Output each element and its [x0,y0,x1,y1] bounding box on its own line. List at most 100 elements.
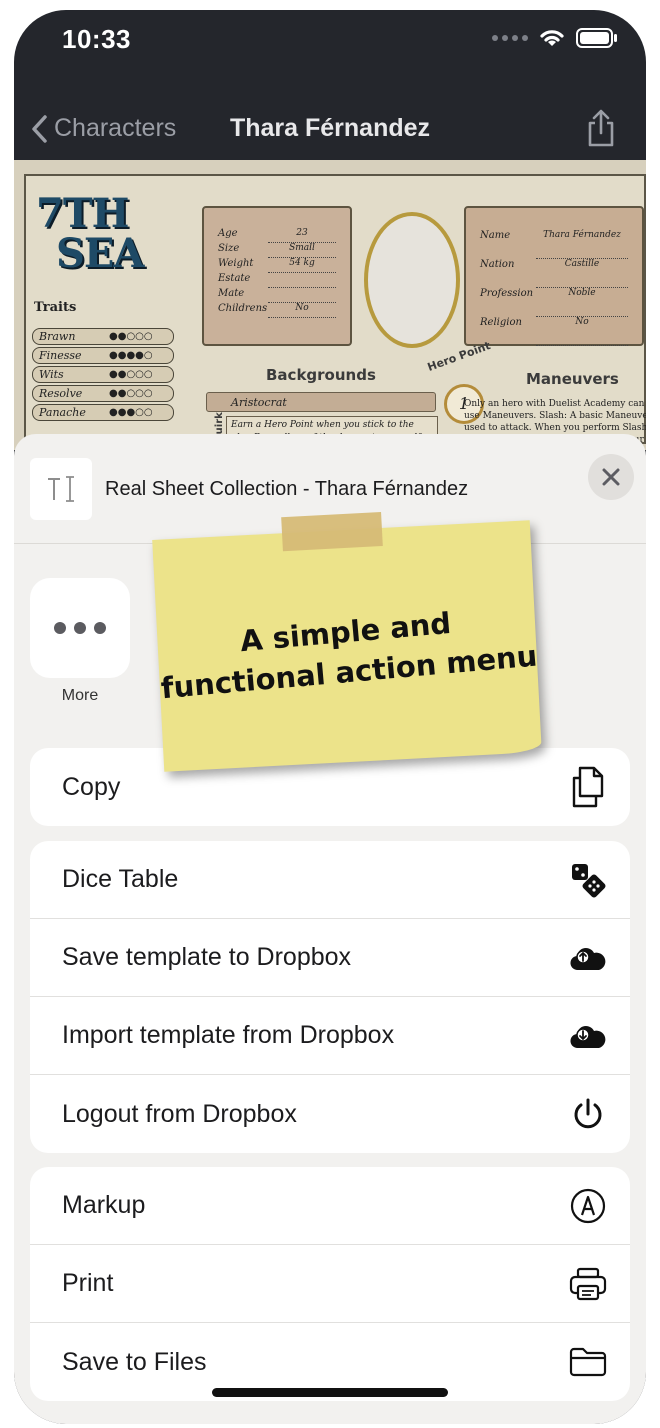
info-value: No [268,303,336,318]
info-label: Size [218,243,240,254]
action-group-custom: Dice Table Save template to Dropbox Impo… [30,841,630,1153]
status-time: 10:33 [62,24,131,54]
folder-icon [568,1342,608,1382]
close-button[interactable] [588,454,634,500]
trait-dots: ●●○○○ [109,331,153,342]
character-sheet: 7TH SEA Traits Brawn ●●○○○ Finesse ●●●●○ W… [14,160,646,450]
info-value: Castille [536,259,628,288]
document-thumbnail [30,458,92,520]
action-markup[interactable]: Markup [30,1167,630,1245]
trait-dots: ●●●●○ [109,350,153,361]
trait-name: Finesse [39,349,82,362]
info-label: Age [218,228,238,239]
info-label: Estate [218,273,251,284]
copy-icon [568,766,608,808]
share-icon [588,109,614,147]
maneuvers-heading: Maneuvers [526,370,619,388]
game-logo: 7TH SEA [36,194,166,290]
info-value: No [536,317,628,346]
trait-name: Wits [39,368,64,381]
action-label: Copy [62,772,121,801]
info-row: Estate [204,273,350,288]
trait-row: Finesse ●●●●○ [32,347,174,364]
info-label: Name [480,230,511,241]
info-row: Profession Noble [466,288,642,317]
backgrounds-heading: Backgrounds [266,366,376,384]
trait-name: Resolve [39,387,83,400]
share-button[interactable] [586,108,616,153]
trait-row: Panache ●●●○○ [32,404,174,421]
info-row: Age 23 [204,228,350,243]
cloud-upload-icon [568,938,608,978]
trait-row: Resolve ●●○○○ [32,385,174,402]
background-field[interactable]: Aristocrat [206,392,436,412]
status-icons [492,28,618,48]
trait-list: Brawn ●●○○○ Finesse ●●●●○ Wits ●●○○○ Resolv… [32,328,174,423]
sticky-note: A simple and functional action menu [152,512,542,772]
info-row: Mate [204,288,350,303]
trait-dots: ●●●○○ [109,407,153,418]
wifi-icon [540,30,564,46]
logo-line-1: 7TH [36,190,129,237]
action-label: Dice Table [62,865,179,893]
action-print[interactable]: Print [30,1245,630,1323]
info-label: Childrens [218,303,268,314]
info-row: Religion No [466,317,642,346]
hero-point-label: Hero Point [425,339,493,374]
action-import-template-dropbox[interactable]: Import template from Dropbox [30,997,630,1075]
printer-icon [568,1264,608,1304]
info-row: Name Thara Férnandez [466,230,642,259]
trait-name: Brawn [39,330,76,343]
info-value: Thara Férnandez [536,230,628,259]
action-group-system: Markup Print Save to Files [30,1167,630,1401]
action-label: Import template from Dropbox [62,1021,395,1049]
info-value [268,288,336,303]
markup-icon [568,1186,608,1226]
cloud-download-icon [568,1016,608,1056]
action-save-template-dropbox[interactable]: Save template to Dropbox [30,919,630,997]
trait-dots: ●●○○○ [109,369,153,380]
trait-row: Wits ●●○○○ [32,366,174,383]
info-value: Noble [536,288,628,317]
info-value: 23 [268,228,336,243]
personal-info-card: Age 23 Size Small Weight 54 kg Estate Mate … [202,206,352,346]
power-icon [568,1094,608,1134]
device: 10:33 Characters Thara Férnandez 7TH SEA… [0,0,660,1428]
more-button[interactable] [30,578,130,678]
info-label: Weight [218,258,254,269]
info-label: Profession [480,288,534,299]
action-dice-table[interactable]: Dice Table [30,841,630,919]
ellipsis-dot [54,622,66,634]
action-label: Print [62,1269,114,1297]
close-icon [602,468,620,486]
info-value: Small [268,243,336,258]
text-cursor-icon [48,476,74,502]
info-row: Weight 54 kg [204,258,350,273]
info-value [268,273,336,288]
dice-icon [568,860,608,900]
info-row: Nation Castille [466,259,642,288]
cellular-signal-icon [492,35,528,41]
action-logout-dropbox[interactable]: Logout from Dropbox [30,1075,630,1153]
info-row: Childrens No [204,303,350,318]
info-label: Mate [218,288,245,299]
ellipsis-dot [94,622,106,634]
action-label: Markup [62,1191,146,1219]
action-label: Save template to Dropbox [62,943,352,971]
identity-info-card: Name Thara Férnandez Nation Castille Profe… [464,206,644,346]
navigation-bar: Characters Thara Férnandez [14,100,646,160]
trait-name: Panache [39,406,86,419]
ellipsis-dot [74,622,86,634]
traits-label: Traits [34,300,77,315]
home-indicator[interactable] [212,1388,448,1397]
document-title: Real Sheet Collection - Thara Férnandez [105,478,469,500]
page-title: Thara Férnandez [229,114,431,142]
sticky-note-text: A simple and functional action menu [156,596,540,709]
portrait-frame[interactable] [364,212,460,348]
sticky-tape [281,512,383,552]
more-label: More [61,687,99,704]
info-value: 54 kg [268,258,336,273]
battery-icon [576,28,617,48]
character-sheet-page: 7TH SEA Traits Brawn ●●○○○ Finesse ●●●●○ W… [24,174,646,450]
info-label: Nation [480,259,515,270]
